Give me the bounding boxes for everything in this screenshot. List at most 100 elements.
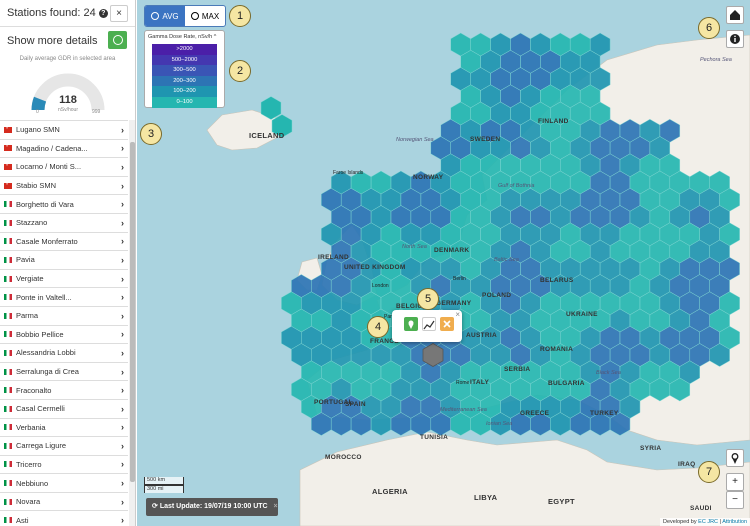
label-belarus: BELARUS bbox=[540, 277, 574, 284]
help-icon[interactable]: ? bbox=[98, 8, 108, 18]
italy-flag-icon bbox=[4, 238, 12, 245]
station-item[interactable]: Asti › bbox=[0, 510, 128, 526]
label-morocco: MOROCCO bbox=[325, 454, 362, 461]
label-faroe: Faroe Islands bbox=[333, 170, 364, 176]
station-name: Casale Monferrato bbox=[16, 236, 78, 246]
popup-close-hex-button[interactable] bbox=[440, 317, 454, 331]
station-item[interactable]: Parma › bbox=[0, 305, 128, 325]
zoom-out-button[interactable]: − bbox=[726, 491, 744, 509]
italy-flag-icon bbox=[4, 256, 12, 263]
station-sidebar: Stations found: 24 ? × Show more details… bbox=[0, 0, 136, 526]
station-item[interactable]: Verbania › bbox=[0, 417, 128, 437]
italy-flag-icon bbox=[4, 201, 12, 208]
max-option[interactable]: MAX bbox=[185, 6, 225, 26]
station-item[interactable]: Carrega Ligure › bbox=[0, 436, 128, 455]
station-item[interactable]: Fraconalto › bbox=[0, 380, 128, 399]
label-saudi: SAUDI bbox=[690, 505, 712, 512]
label-iraq: IRAQ bbox=[678, 461, 696, 468]
station-item[interactable]: Casale Monferrato › bbox=[0, 231, 128, 251]
scale-km: 500 km bbox=[144, 477, 184, 485]
chevron-right-icon: › bbox=[121, 478, 124, 489]
popup-chart-button[interactable] bbox=[422, 317, 436, 331]
station-name: Parma bbox=[16, 311, 39, 321]
stations-found-header: Stations found: 24 ? × bbox=[0, 0, 135, 27]
label-berlin: Berlin bbox=[453, 276, 466, 282]
legend-row: 500–2000 bbox=[152, 54, 217, 66]
station-name: Novara bbox=[16, 497, 41, 507]
callout-6: 6 bbox=[698, 17, 720, 39]
station-item[interactable]: Bobbio Pellice › bbox=[0, 324, 128, 344]
station-item[interactable]: Vergiate › bbox=[0, 268, 128, 288]
zoom-in-button[interactable]: + bbox=[726, 473, 744, 491]
station-name: Fraconalto bbox=[16, 385, 52, 395]
close-sidebar-button[interactable]: × bbox=[110, 5, 128, 22]
last-update-close-icon[interactable]: × bbox=[274, 503, 278, 510]
label-norway: NORWAY bbox=[413, 174, 444, 181]
refresh-icon: ⟳ bbox=[152, 503, 158, 510]
station-item[interactable]: Novara › bbox=[0, 491, 128, 511]
legend-title[interactable]: Gamma Dose Rate, nSv/h ^ bbox=[148, 34, 221, 44]
station-item[interactable]: Lugano SMN › bbox=[0, 120, 128, 139]
station-item[interactable]: Tricerro › bbox=[0, 454, 128, 474]
chevron-right-icon: › bbox=[121, 329, 124, 340]
map-attribution: Developed by EC JRC | Attribution bbox=[659, 518, 750, 526]
station-item[interactable]: Locarno / Monti S... › bbox=[0, 157, 128, 176]
station-name: Tricerro bbox=[16, 459, 42, 469]
italy-flag-icon bbox=[4, 368, 12, 375]
app-root: ICELAND NORWAY SWEDEN FINLAND UNITED KIN… bbox=[0, 0, 750, 526]
show-details-button[interactable] bbox=[108, 31, 127, 49]
italy-flag-icon bbox=[4, 405, 12, 412]
station-list-scrollbar[interactable] bbox=[129, 120, 135, 526]
station-name: Asti bbox=[16, 515, 29, 525]
italy-flag-icon bbox=[4, 424, 12, 431]
gauge-max: 999 bbox=[92, 109, 101, 115]
scrollbar-thumb[interactable] bbox=[130, 142, 135, 482]
label-egypt: EGYPT bbox=[548, 497, 575, 506]
legend-row: 300–500 bbox=[152, 65, 217, 76]
avg-option[interactable]: AVG bbox=[145, 6, 185, 26]
chevron-right-icon: › bbox=[121, 143, 124, 154]
chevron-right-icon: › bbox=[121, 254, 124, 265]
label-pechora-sea: Pechora Sea bbox=[700, 57, 732, 63]
station-item[interactable]: Magadino / Cadena... › bbox=[0, 138, 128, 158]
label-gulf-bothnia: Gulf of Bothnia bbox=[498, 183, 535, 189]
callout-4: 4 bbox=[367, 316, 389, 338]
chevron-up-icon: ^ bbox=[213, 34, 217, 40]
italy-flag-icon bbox=[4, 387, 12, 394]
popup-close-icon[interactable]: × bbox=[455, 310, 460, 319]
label-algeria: ALGERIA bbox=[372, 487, 408, 496]
station-name: Ponte in Valtell... bbox=[16, 292, 72, 302]
station-item[interactable]: Pavia › bbox=[0, 250, 128, 269]
label-norwegian-sea: Norwegian Sea bbox=[396, 137, 434, 143]
station-item[interactable]: Borghetto di Vara › bbox=[0, 194, 128, 213]
station-name: Verbania bbox=[16, 422, 46, 432]
italy-flag-icon bbox=[4, 498, 12, 505]
attribution-sep: | bbox=[719, 519, 721, 525]
station-item[interactable]: Ponte in Valtell... › bbox=[0, 287, 128, 306]
station-item[interactable]: Nebbiuno › bbox=[0, 473, 128, 492]
station-item[interactable]: Alessandria Lobbi › bbox=[0, 343, 128, 362]
legend-row: 200–300 bbox=[152, 75, 217, 87]
chevron-right-icon: › bbox=[121, 385, 124, 396]
switzerland-flag-icon bbox=[4, 161, 12, 170]
station-item[interactable]: Serralunga di Crea › bbox=[0, 361, 128, 381]
home-button[interactable] bbox=[726, 6, 744, 24]
station-item[interactable]: Stabio SMN › bbox=[0, 175, 128, 195]
label-finland: FINLAND bbox=[538, 118, 569, 125]
station-item[interactable]: Stazzano › bbox=[0, 212, 128, 232]
station-item[interactable]: Casal Cermelli › bbox=[0, 398, 128, 418]
label-greece: GREECE bbox=[520, 410, 550, 417]
station-name: Casal Cermelli bbox=[16, 404, 65, 414]
station-name: Vergiate bbox=[16, 274, 44, 284]
info-button[interactable] bbox=[726, 30, 744, 48]
minus-icon: − bbox=[732, 494, 738, 505]
switzerland-flag-icon bbox=[4, 142, 12, 152]
italy-flag-icon bbox=[4, 517, 12, 524]
locate-button[interactable] bbox=[726, 449, 744, 467]
stations-found-count: 24 bbox=[83, 7, 96, 19]
switzerland-flag-icon bbox=[4, 180, 12, 189]
popup-locate-button[interactable] bbox=[404, 317, 418, 331]
station-name: Stabio SMN bbox=[16, 181, 57, 191]
attribution-link[interactable]: Attribution bbox=[722, 519, 747, 525]
attribution-jrc-link[interactable]: EC JRC bbox=[698, 519, 718, 525]
